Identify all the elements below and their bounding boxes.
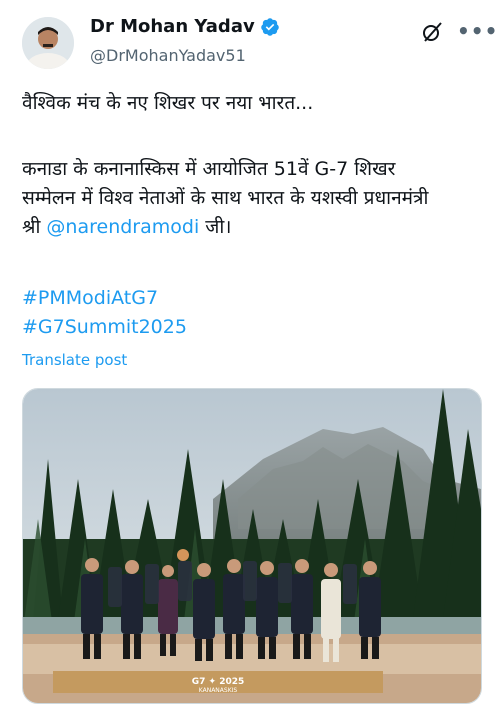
post-text-suffix: जी। [199, 216, 232, 238]
stage-sign: G7 ✦ 2025 [192, 677, 245, 687]
author-name[interactable]: Dr Mohan Yadav [90, 16, 255, 37]
post-text-para2-line2: सम्मेलन में विश्व नेताओं के साथ भारत के … [22, 187, 429, 209]
author-handle[interactable]: @DrMohanYadav51 [90, 46, 246, 65]
leaders-group [81, 549, 381, 662]
post-header: Dr Mohan Yadav @DrMohanYadav51 ••• [0, 0, 503, 80]
stage-sign-sub: KANANASKIS [199, 687, 238, 694]
post-text-para2: कनाडा के कनानास्किस में आयोजित 51वें G-7… [22, 155, 492, 242]
verified-badge-icon [260, 17, 279, 36]
post-photo[interactable]: G7 ✦ 2025 KANANASKIS [22, 388, 482, 704]
more-options-icon[interactable]: ••• [457, 19, 498, 43]
post-text-para2-line1: कनाडा के कनानास्किस में आयोजित 51वें G-7… [22, 158, 396, 180]
mention-link[interactable]: @narendramodi [46, 216, 199, 238]
post-footer-partial [22, 706, 492, 720]
grok-icon[interactable] [420, 20, 444, 44]
avatar[interactable] [22, 17, 74, 69]
post-text-line1: वैश्विक मंच के नए शिखर पर नया भारत... [22, 92, 314, 114]
author-name-row: Dr Mohan Yadav [90, 16, 280, 37]
post-text-para2-line3: श्री @narendramodi जी। [22, 213, 492, 242]
hashtag-link[interactable]: #G7Summit2025 [22, 313, 492, 342]
g7-group-photo: G7 ✦ 2025 KANANASKIS [23, 389, 481, 703]
hashtags: #PMModiAtG7 #G7Summit2025 [22, 284, 492, 342]
post-text-prefix: श्री [22, 216, 47, 238]
hashtag-link[interactable]: #PMModiAtG7 [22, 284, 492, 313]
translate-post-link[interactable]: Translate post [22, 351, 127, 369]
